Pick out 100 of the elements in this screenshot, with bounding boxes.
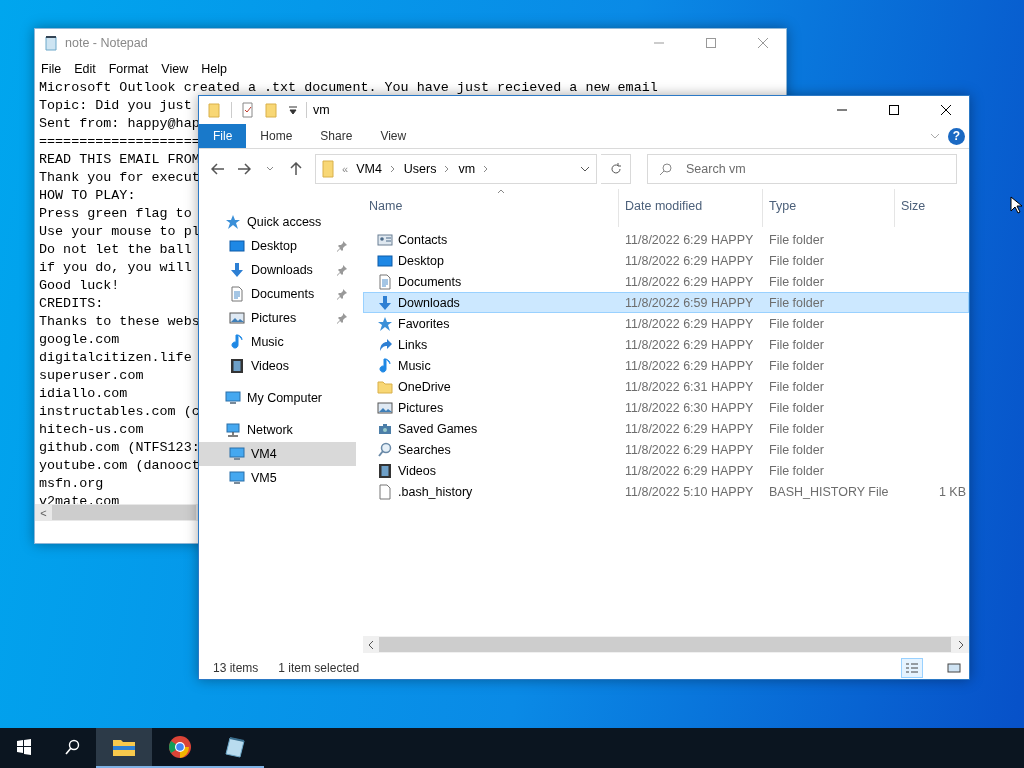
file-row[interactable]: Contacts 11/8/2022 6:29 HAPPY File folder [363, 229, 969, 250]
column-header[interactable]: Date modified [618, 189, 762, 227]
text-line: github.com (NTFS123: [39, 439, 200, 457]
network-icon [225, 422, 241, 438]
nav-item[interactable]: Quick access [199, 210, 356, 234]
menu-item[interactable]: View [161, 62, 189, 76]
maximize-icon [889, 105, 899, 115]
size-cell-text: 1 KB [937, 484, 967, 499]
file-name: Downloads [363, 294, 618, 311]
music-note-icon [377, 357, 393, 374]
nav-item[interactable]: VM4 [199, 442, 356, 466]
file-row[interactable]: Saved Games 11/8/2022 6:29 HAPPY File folder [363, 418, 969, 439]
text-line: Thanks to these webs [39, 313, 200, 331]
file-row[interactable]: Pictures 11/8/2022 6:30 HAPPY File folder [363, 397, 969, 418]
star-icon [377, 315, 393, 332]
date-cell-text: 11/8/2022 6:29 HAPPY [624, 253, 755, 268]
path-overflow[interactable]: « [342, 163, 349, 175]
chevron-down-icon [266, 166, 274, 172]
address-bar[interactable]: « VM4 Users vm [315, 154, 597, 184]
ribbon-tab[interactable]: Home [246, 124, 307, 148]
type-cell-text: File folder [768, 337, 825, 352]
file-name: Desktop [363, 252, 618, 269]
nav-item[interactable]: Network [199, 418, 356, 442]
breadcrumb[interactable]: VM4 [356, 162, 382, 176]
type-cell-text: File folder [768, 442, 825, 457]
nav-item[interactable]: My Computer [199, 386, 356, 410]
details-view-icon [905, 662, 919, 674]
notepad-icon [43, 35, 59, 51]
search-field[interactable]: Search vm [647, 154, 957, 184]
ribbon-tab[interactable]: File [199, 124, 247, 148]
refresh-button[interactable] [601, 154, 631, 184]
text-line: Topic: Did you just [39, 97, 192, 115]
date-cell-text: 11/8/2022 6:29 HAPPY [624, 463, 755, 478]
date-cell-text: 11/8/2022 5:10 HAPPY [624, 484, 755, 499]
chevron-right-icon [444, 165, 451, 173]
column-header[interactable]: Type [762, 189, 894, 227]
column-header[interactable]: Size [894, 189, 969, 227]
date-cell-text: 11/8/2022 6:29 HAPPY [624, 358, 755, 373]
menu-item[interactable]: Help [201, 62, 227, 76]
scroll-left-arrow[interactable]: < [35, 506, 52, 519]
music-note-icon [229, 334, 245, 350]
file-row[interactable]: Music 11/8/2022 6:29 HAPPY File folder [363, 355, 969, 376]
text-line: google.com [39, 331, 120, 349]
file-row[interactable]: Links 11/8/2022 6:29 HAPPY File folder [363, 334, 969, 355]
nav-item[interactable]: Downloads [199, 258, 356, 282]
help-button[interactable]: ? [948, 127, 965, 145]
text-line: Press green flag to [39, 205, 192, 223]
file-row[interactable]: Downloads 11/8/2022 6:59 HAPPY File folder [363, 292, 969, 313]
file-name: OneDrive [363, 378, 618, 395]
file-row[interactable]: Favorites 11/8/2022 6:29 HAPPY File folder [363, 313, 969, 334]
chrome-icon [168, 735, 192, 759]
window-title: vm [313, 103, 331, 117]
close-icon [941, 105, 951, 115]
up-arrow-icon [290, 162, 302, 176]
monitor-icon [229, 470, 245, 486]
nav-item[interactable]: Documents [199, 282, 356, 306]
nav-item[interactable]: Desktop [199, 234, 356, 258]
file-row[interactable]: .bash_history 11/8/2022 5:10 HAPPY BASH_HISTORY File 1 KB [363, 481, 969, 502]
file-row[interactable]: OneDrive 11/8/2022 6:31 HAPPY File folder [363, 376, 969, 397]
column-header[interactable]: Name [363, 189, 618, 227]
text-line: digitalcitizen.life [39, 349, 192, 367]
chevron-right-icon [389, 165, 396, 173]
search-icon [64, 739, 80, 755]
scrollbar[interactable] [363, 636, 969, 653]
taskbar-app[interactable] [96, 728, 152, 768]
pin-icon [336, 264, 348, 276]
mouse-cursor-icon [1010, 196, 1022, 214]
file-row[interactable]: Searches 11/8/2022 6:29 HAPPY File folder [363, 439, 969, 460]
close-icon [758, 38, 768, 48]
ribbon-tab[interactable]: Share [306, 124, 367, 148]
file-row[interactable]: Desktop 11/8/2022 6:29 HAPPY File folder [363, 250, 969, 271]
scrollbar[interactable]: < [35, 504, 198, 521]
details-view-button[interactable] [901, 658, 923, 678]
file-row[interactable]: Videos 11/8/2022 6:29 HAPPY File folder [363, 460, 969, 481]
file-row[interactable]: Documents 11/8/2022 6:29 HAPPY File folder [363, 271, 969, 292]
ribbon-tab[interactable]: View [366, 124, 421, 148]
folder-icon [207, 102, 223, 118]
file-name: Documents [363, 273, 618, 290]
menu-item[interactable]: File [41, 62, 62, 76]
star-icon [225, 214, 241, 230]
nav-item[interactable]: Pictures [199, 306, 356, 330]
menu-item[interactable]: Edit [74, 62, 96, 76]
date-cell-text: 11/8/2022 6:59 HAPPY [624, 295, 755, 310]
sort-caret-icon [497, 189, 505, 194]
breadcrumb[interactable]: Users [403, 162, 437, 176]
checklist-icon [240, 102, 256, 118]
pin-icon [336, 240, 348, 252]
text-line: Thank you for execut [39, 169, 200, 187]
nav-item[interactable]: Music [199, 330, 356, 354]
nav-item[interactable]: VM5 [199, 466, 356, 490]
type-cell-text: File folder [768, 400, 825, 415]
down-arrow-icon [377, 294, 393, 311]
menu-item[interactable]: Format [108, 62, 149, 76]
forward-arrow-icon [237, 163, 251, 175]
nav-item[interactable]: Videos [199, 354, 356, 378]
breadcrumb[interactable]: vm [458, 162, 476, 176]
folder-icon [264, 102, 280, 118]
dropdown-icon [288, 105, 298, 115]
monitor-icon [225, 390, 241, 406]
picture-icon [229, 310, 245, 326]
